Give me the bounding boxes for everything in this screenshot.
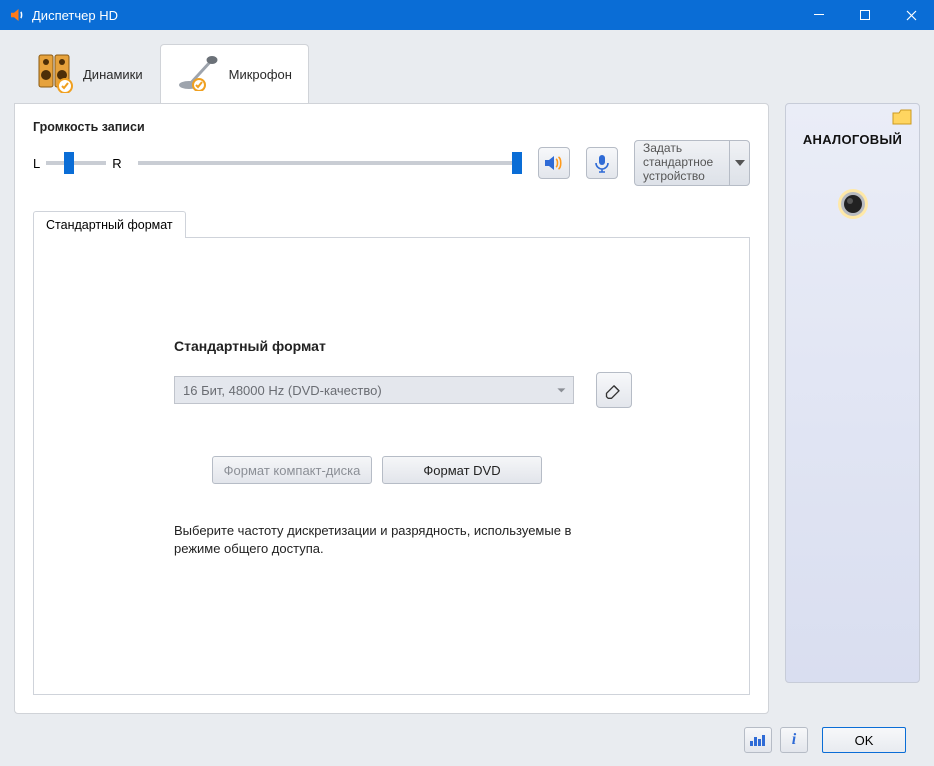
dropdown-arrow-icon[interactable] (729, 141, 749, 185)
info-button[interactable]: i (780, 727, 808, 753)
set-default-device-label: Задать стандартное устройство (635, 138, 729, 187)
app-speaker-icon (8, 6, 26, 24)
volume-thumb[interactable] (512, 152, 522, 174)
footer: i OK (14, 714, 920, 766)
tab-page-standard-format: Стандартный формат 16 Бит, 48000 Hz (DVD… (33, 237, 750, 695)
jack-icon (836, 187, 870, 221)
equalizer-icon (749, 733, 767, 747)
info-icon: i (792, 732, 796, 748)
window-minimize-button[interactable] (796, 0, 842, 30)
balance-left-label: L (33, 156, 40, 171)
tab-speakers-label: Динамики (83, 67, 143, 82)
mic-mute-button[interactable] (586, 147, 618, 179)
folder-icon[interactable] (891, 108, 913, 129)
equalizer-button[interactable] (744, 727, 772, 753)
speakers-icon (37, 53, 73, 96)
chevron-down-icon: ▾ (558, 385, 566, 395)
volume-slider[interactable] (138, 161, 522, 165)
tab-microphone-label: Микрофон (229, 67, 292, 82)
tab-microphone[interactable]: Микрофон (160, 44, 309, 104)
set-default-device-button[interactable]: Задать стандартное устройство (634, 140, 750, 186)
microphone-icon (177, 55, 219, 94)
format-selected-value: 16 Бит, 48000 Hz (DVD-качество) (183, 383, 382, 398)
balance-thumb[interactable] (64, 152, 74, 174)
titlebar: Диспетчер HD (0, 0, 934, 30)
connector-side-panel: АНАЛОГОВЫЙ (785, 103, 920, 683)
format-combobox[interactable]: 16 Бит, 48000 Hz (DVD-качество) ▾ (174, 376, 574, 404)
balance-slider[interactable]: L R (33, 156, 122, 171)
tab-speakers[interactable]: Динамики (20, 44, 160, 104)
balance-track[interactable] (46, 161, 106, 165)
test-format-button[interactable] (596, 372, 632, 408)
format-heading: Стандартный формат (174, 338, 709, 354)
speaker-sound-icon (543, 153, 565, 173)
eraser-icon (604, 380, 624, 400)
balance-right-label: R (112, 156, 121, 171)
window-maximize-button[interactable] (842, 0, 888, 30)
cd-format-button[interactable]: Формат компакт-диска (212, 456, 372, 484)
window-title: Диспетчер HD (32, 8, 796, 23)
main-panel: Громкость записи L R Задать стандартное … (14, 103, 769, 714)
playback-mute-button[interactable] (538, 147, 570, 179)
microphone-icon (592, 153, 612, 173)
analog-jack-indicator[interactable] (836, 187, 870, 224)
recording-volume-title: Громкость записи (33, 120, 750, 134)
tab-standard-format[interactable]: Стандартный формат (33, 211, 186, 238)
dvd-format-button[interactable]: Формат DVD (382, 456, 542, 484)
window-close-button[interactable] (888, 0, 934, 30)
ok-button[interactable]: OK (822, 727, 906, 753)
format-hint: Выберите частоту дискретизации и разрядн… (174, 522, 594, 558)
side-panel-title: АНАЛОГОВЫЙ (803, 132, 902, 147)
device-tabs: Динамики Микрофон (20, 44, 920, 104)
